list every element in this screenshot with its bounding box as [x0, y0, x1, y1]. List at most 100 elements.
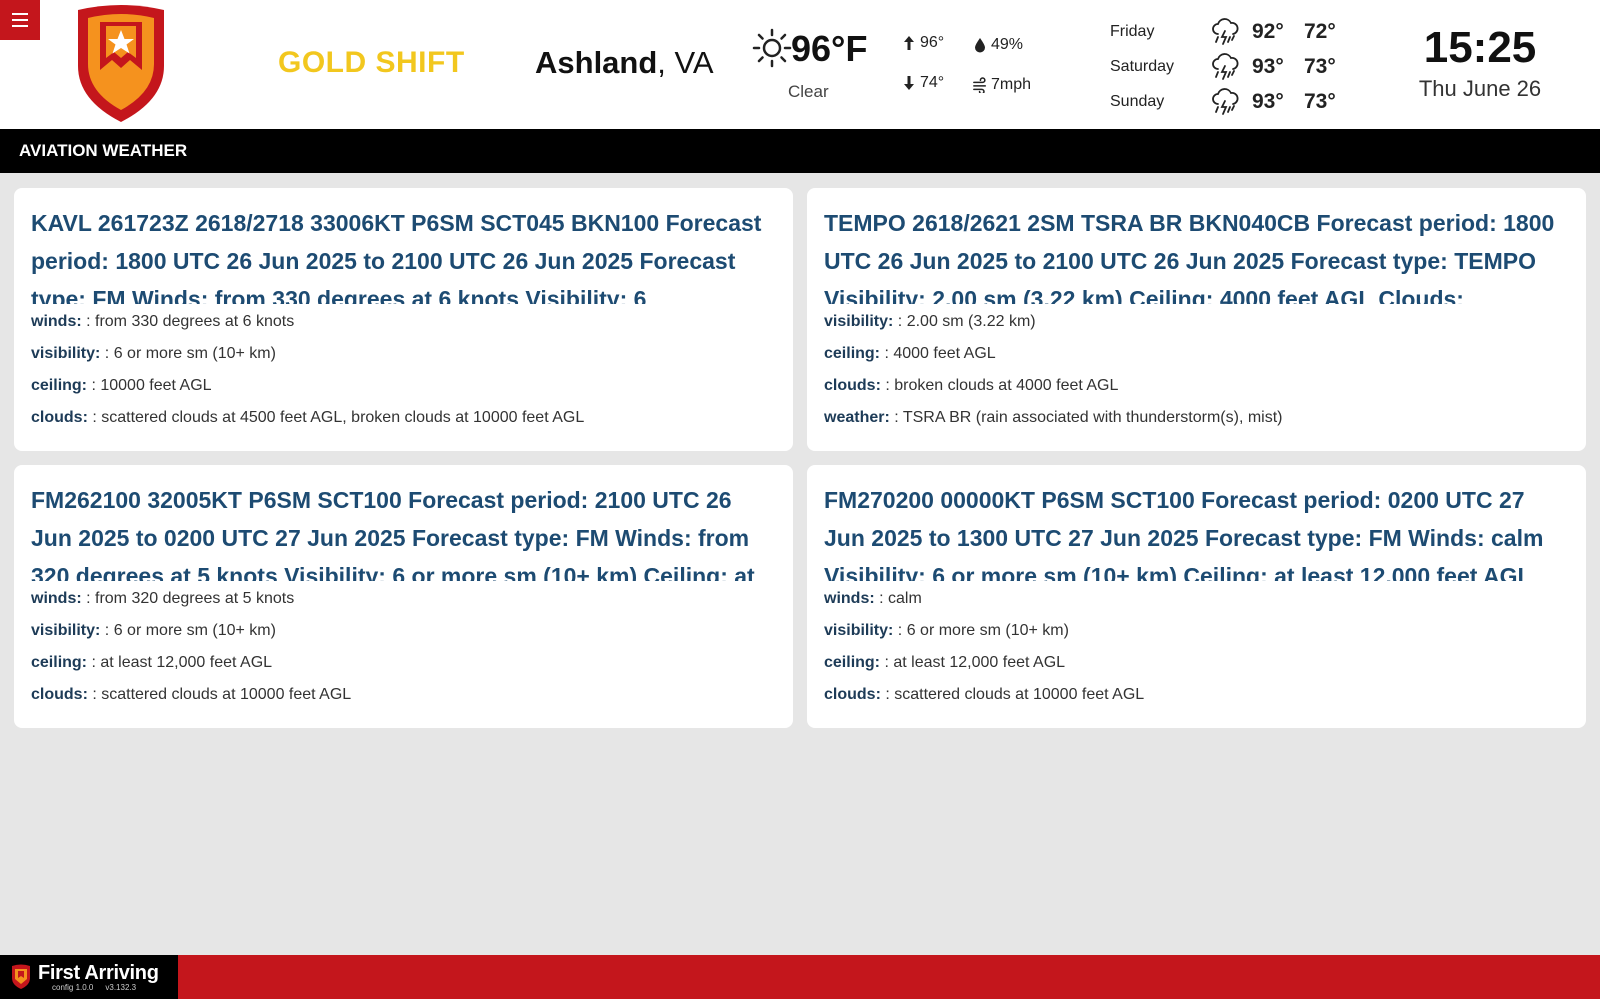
department-logo-icon	[78, 5, 164, 122]
detail-label: clouds:	[824, 377, 881, 394]
taf-detail-row: winds: : from 330 degrees at 6 knots	[31, 306, 776, 338]
app-version: v3.132.3	[105, 982, 137, 992]
taf-card-details: visibility: : 2.00 sm (3.22 km) ceiling:…	[824, 306, 1569, 434]
config-version: config 1.0.0	[52, 982, 94, 992]
taf-card-title: FM262100 32005KT P6SM SCT100 Forecast pe…	[31, 487, 755, 581]
high-temp-stat: 96°	[902, 34, 944, 52]
detail-label: weather:	[824, 409, 890, 426]
water-drop-icon	[975, 38, 985, 53]
detail-value: : from 330 degrees at 6 knots	[81, 313, 295, 330]
taf-card: FM262100 32005KT P6SM SCT100 Forecast pe…	[14, 465, 793, 728]
current-condition: Clear	[788, 82, 829, 101]
forecast-list: Friday 92° 72° Saturday 93° 73° Sunday 9…	[1110, 14, 1370, 119]
shift-name: GOLD SHIFT	[278, 46, 465, 79]
taf-detail-row: winds: : from 320 degrees at 5 knots	[31, 583, 776, 615]
low-temp-stat: 74°	[902, 74, 944, 92]
taf-detail-row: ceiling: : at least 12,000 feet AGL	[31, 647, 776, 679]
detail-value: : at least 12,000 feet AGL	[87, 654, 273, 671]
taf-card: FM270200 00000KT P6SM SCT100 Forecast pe…	[807, 465, 1586, 728]
forecast-high: 92°	[1252, 19, 1284, 43]
taf-detail-row: winds: : calm	[824, 583, 1569, 615]
high-temp-value: 96°	[920, 34, 945, 51]
clock-date: Thu June 26	[1418, 76, 1542, 101]
thunderstorm-icon	[1212, 87, 1239, 115]
menu-icon-bar	[12, 25, 28, 27]
first-arriving-logo-icon	[12, 964, 30, 989]
menu-icon-bar	[12, 19, 28, 21]
taf-detail-row: clouds: : broken clouds at 4000 feet AGL	[824, 370, 1569, 402]
forecast-high: 93°	[1252, 54, 1284, 78]
detail-label: winds:	[31, 313, 82, 330]
taf-card-details: winds: : from 320 degrees at 5 knots vis…	[31, 583, 776, 711]
header: GOLD SHIFT Ashland, VA 96°F Clear 96° 74…	[0, 0, 1600, 129]
brand-badge: First Arriving config 1.0.0 v3.132.3	[0, 955, 178, 999]
taf-card-title: KAVL 261723Z 2618/2718 33006KT P6SM SCT0…	[31, 210, 762, 304]
forecast-low: 73°	[1304, 89, 1336, 113]
detail-label: visibility:	[824, 313, 894, 330]
taf-detail-row: clouds: : scattered clouds at 10000 feet…	[824, 679, 1569, 711]
menu-button[interactable]	[0, 0, 40, 40]
detail-label: visibility:	[31, 345, 101, 362]
location-city: Ashland	[535, 45, 658, 80]
detail-value: : 6 or more sm (10+ km)	[893, 622, 1069, 639]
taf-detail-row: ceiling: : at least 12,000 feet AGL	[824, 647, 1569, 679]
forecast-day-row: Sunday 93° 73°	[1110, 84, 1370, 119]
detail-label: clouds:	[824, 686, 881, 703]
location: Ashland, VA	[535, 45, 714, 81]
wind-value: 7mph	[991, 76, 1032, 93]
detail-value: : at least 12,000 feet AGL	[880, 654, 1066, 671]
arrow-up-icon	[904, 36, 914, 50]
detail-label: ceiling:	[824, 345, 881, 362]
detail-label: winds:	[824, 590, 875, 607]
detail-value: : scattered clouds at 10000 feet AGL	[880, 686, 1145, 703]
taf-detail-row: weather: : TSRA BR (rain associated with…	[824, 402, 1569, 434]
detail-label: ceiling:	[824, 654, 881, 671]
taf-detail-row: ceiling: : 4000 feet AGL	[824, 338, 1569, 370]
wind-icon	[973, 77, 987, 93]
detail-value: : TSRA BR (rain associated with thunders…	[889, 409, 1283, 426]
detail-value: : 6 or more sm (10+ km)	[100, 622, 276, 639]
taf-detail-row: visibility: : 6 or more sm (10+ km)	[31, 615, 776, 647]
forecast-low: 73°	[1304, 54, 1336, 78]
detail-value: : 6 or more sm (10+ km)	[100, 345, 276, 362]
taf-detail-row: ceiling: : 10000 feet AGL	[31, 370, 776, 402]
forecast-high: 93°	[1252, 89, 1284, 113]
forecast-low: 72°	[1304, 19, 1336, 43]
taf-detail-row: visibility: : 6 or more sm (10+ km)	[824, 615, 1569, 647]
detail-label: visibility:	[31, 622, 101, 639]
clock: 15:25 Thu June 26	[1400, 22, 1560, 102]
detail-label: ceiling:	[31, 377, 88, 394]
detail-value: : 4000 feet AGL	[880, 345, 996, 362]
menu-icon-bar	[12, 13, 28, 15]
taf-detail-row: visibility: : 6 or more sm (10+ km)	[31, 338, 776, 370]
forecast-day-row: Friday 92° 72°	[1110, 14, 1370, 49]
footer: First Arriving config 1.0.0 v3.132.3	[0, 955, 1600, 999]
thunderstorm-icon	[1212, 52, 1239, 80]
detail-label: clouds:	[31, 409, 88, 426]
detail-label: visibility:	[824, 622, 894, 639]
detail-label: ceiling:	[31, 654, 88, 671]
detail-label: clouds:	[31, 686, 88, 703]
forecast-day: Friday	[1110, 22, 1155, 40]
location-state: , VA	[657, 45, 714, 80]
taf-card-details: winds: : calm visibility: : 6 or more sm…	[824, 583, 1569, 711]
brand-name: First Arriving	[38, 961, 159, 984]
detail-value: : scattered clouds at 10000 feet AGL	[87, 686, 352, 703]
arrow-down-icon	[904, 76, 914, 90]
taf-detail-row: visibility: : 2.00 sm (3.22 km)	[824, 306, 1569, 338]
low-temp-value: 74°	[920, 74, 945, 91]
version-info: config 1.0.0 v3.132.3	[52, 983, 159, 992]
brand-text-group: First Arriving config 1.0.0 v3.132.3	[38, 963, 159, 992]
taf-card: TEMPO 2618/2621 2SM TSRA BR BKN040CB For…	[807, 188, 1586, 451]
forecast-day: Saturday	[1110, 57, 1175, 75]
taf-card-title: FM270200 00000KT P6SM SCT100 Forecast pe…	[824, 487, 1544, 581]
clock-time: 15:25	[1423, 23, 1537, 72]
detail-value: : 2.00 sm (3.22 km)	[893, 313, 1036, 330]
detail-value: : broken clouds at 4000 feet AGL	[880, 377, 1119, 394]
forecast-day-row: Saturday 93° 73°	[1110, 49, 1370, 84]
section-title: AVIATION WEATHER	[0, 129, 1600, 173]
sun-icon	[752, 28, 792, 68]
thunderstorm-icon	[1212, 17, 1239, 45]
detail-value: : 10000 feet AGL	[87, 377, 212, 394]
taf-card-title: TEMPO 2618/2621 2SM TSRA BR BKN040CB For…	[824, 210, 1555, 304]
